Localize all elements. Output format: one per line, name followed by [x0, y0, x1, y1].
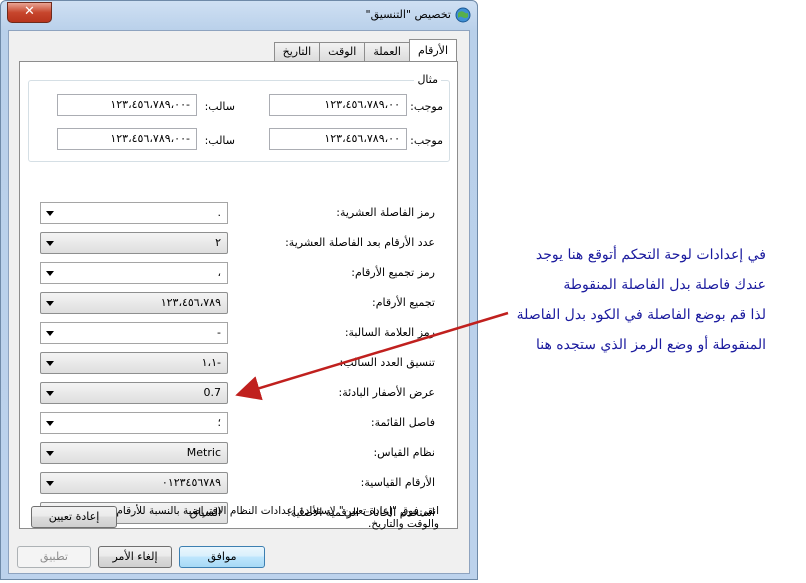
tab-numbers[interactable]: الأرقام [408, 39, 457, 61]
annotation-arrow [235, 311, 509, 401]
